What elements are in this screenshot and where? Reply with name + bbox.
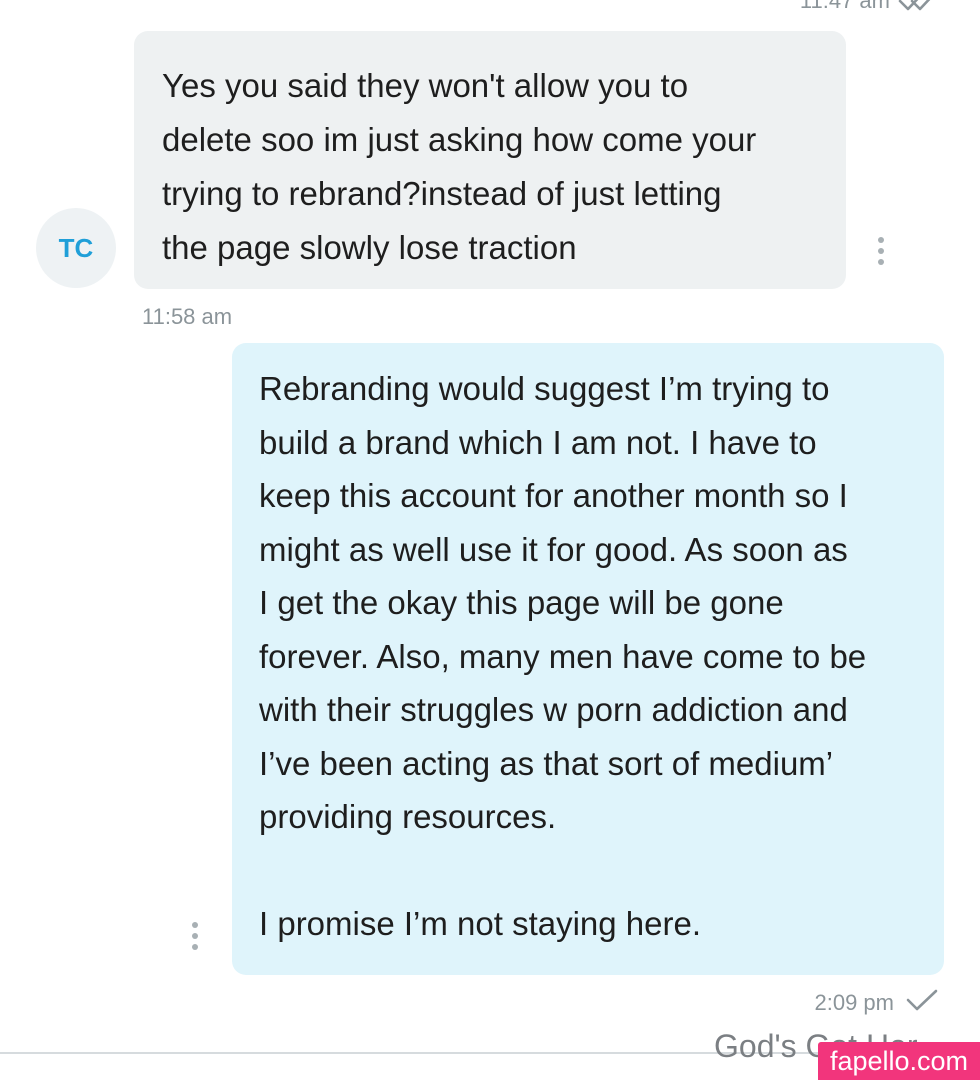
message-line: I get the okay this page will be gone <box>259 584 784 621</box>
avatar[interactable]: TC <box>36 208 116 288</box>
message-line: Rebranding would suggest I’m trying to <box>259 370 830 407</box>
previous-message-status: 11:47 am <box>800 0 938 14</box>
message-line: keep this account for another month so I <box>259 477 848 514</box>
incoming-message-time: 11:58 am <box>142 304 233 329</box>
message-line: might as well use it for good. As soon a… <box>259 530 848 568</box>
outgoing-message-bubble[interactable]: Rebranding would suggest I’m trying to b… <box>232 343 944 975</box>
message-line: forever. Also, many men have come to be <box>259 637 867 675</box>
incoming-message-bubble[interactable]: Yes you said they won't allow you to del… <box>134 31 846 289</box>
message-line: providing resources. <box>259 798 557 835</box>
message-line: trying to rebrand?instead of just lettin… <box>162 175 722 212</box>
message-line: with their struggles w porn addiction an… <box>259 691 848 728</box>
chat-thread: 11:47 am TC Yes you said they won't allo… <box>0 0 980 1080</box>
outgoing-message-time: 2:09 pm <box>814 990 895 1015</box>
more-options-icon[interactable] <box>876 237 886 265</box>
avatar-initials: TC <box>58 232 94 263</box>
previous-message-time: 11:47 am <box>799 0 890 13</box>
message-line: Yes you said they won't allow you to <box>162 67 689 104</box>
message-line: I’ve been acting as that sort of medium’ <box>259 744 834 782</box>
message-closing-line: I promise I’m not staying here. <box>259 905 702 942</box>
message-line: the page slowly lose traction <box>162 229 577 266</box>
more-options-icon[interactable] <box>190 922 200 950</box>
outgoing-message-status: 2:09 pm <box>815 988 939 1018</box>
check-icon <box>906 988 938 1018</box>
watermark: fapello.com <box>818 1042 980 1080</box>
message-line: delete soo im just asking how come your <box>162 121 757 158</box>
message-line: build a brand which I am not. I have to <box>259 423 817 461</box>
double-check-icon <box>898 0 938 14</box>
